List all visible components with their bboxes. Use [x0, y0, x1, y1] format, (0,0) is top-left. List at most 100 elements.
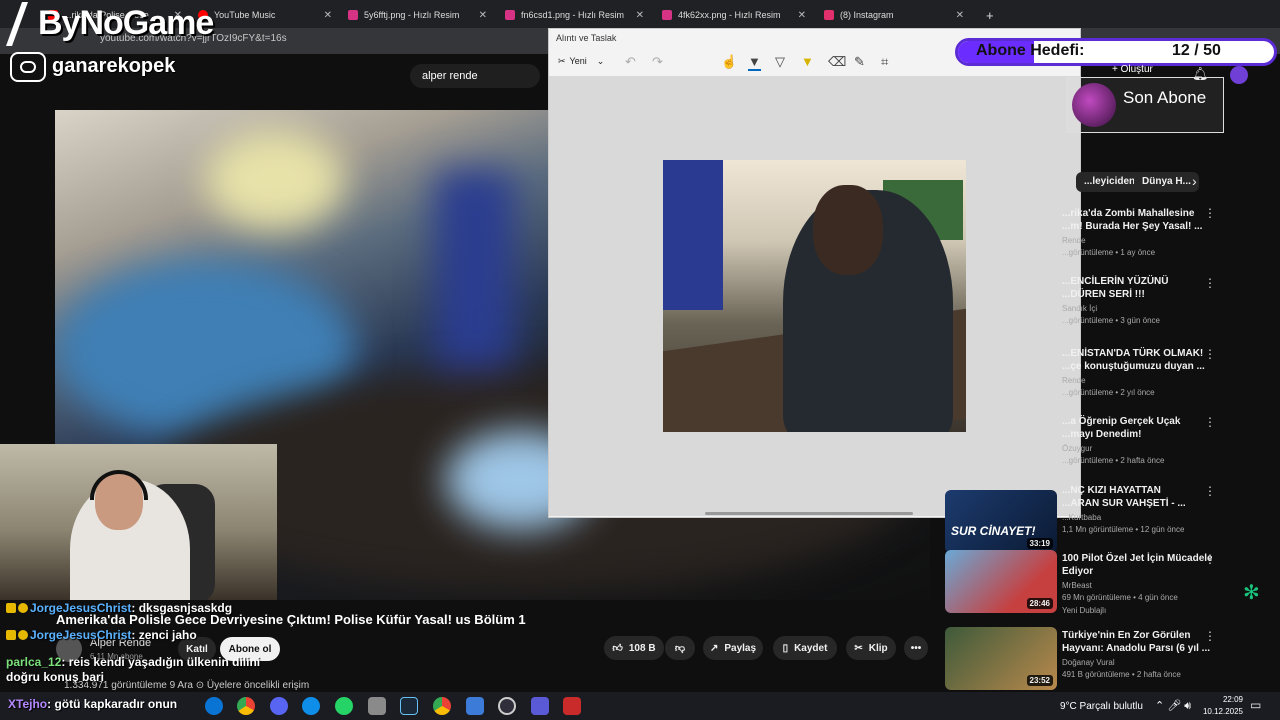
subscriber-goal-count: 12 / 50 — [1172, 42, 1221, 59]
ballpoint-pen-icon[interactable]: ▼ — [748, 54, 761, 71]
webcam-overlay — [0, 444, 277, 600]
list-item[interactable]: 100 Pilot Özel Jet İçin Mücadele Ediyor Mr… — [1062, 552, 1212, 602]
video-thumbnail[interactable]: 28:46 — [945, 550, 1057, 613]
chat-badge-icon — [18, 603, 28, 613]
notification-icon[interactable]: ▭ — [1250, 698, 1261, 712]
taskbar-date[interactable]: 10.12.2025 — [1198, 707, 1243, 716]
list-item[interactable]: ...ENCİLERİN YÜZÜNÜ ...DÜREN SERİ !!! Sand… — [1062, 275, 1212, 325]
clip-button[interactable]: ✂ Klip — [846, 636, 896, 660]
touch-write-icon[interactable]: ☝ — [721, 54, 737, 70]
tab-instagram[interactable]: (8) Instagram ✕ — [816, 4, 972, 26]
snip-icon: ✂ — [558, 56, 566, 66]
chrome-icon[interactable] — [237, 697, 255, 715]
new-tab-button[interactable]: + — [978, 4, 998, 26]
whatsapp-icon[interactable] — [335, 697, 353, 715]
search-query-chip[interactable]: alper rende — [410, 64, 540, 88]
list-item[interactable]: ...ENİSTAN'DA TÜRK OLMAK! ...çe konuştuğu… — [1062, 347, 1212, 397]
app-icon[interactable] — [466, 697, 484, 715]
edge-icon[interactable] — [205, 697, 223, 715]
eraser-icon[interactable]: ⌫ — [828, 54, 846, 70]
image-tab-icon — [348, 10, 358, 20]
dislike-button[interactable]: 👎︎ — [665, 636, 695, 660]
close-icon[interactable]: ✕ — [479, 10, 487, 21]
redo-icon[interactable]: ↷ — [652, 54, 663, 70]
obs-icon[interactable] — [498, 697, 516, 715]
chrome-icon[interactable] — [433, 697, 451, 715]
video-blur-monitor — [205, 130, 345, 230]
thumbs-up-icon: 👍︎ — [612, 643, 623, 654]
chat-badge-icon — [18, 630, 28, 640]
list-item[interactable]: ...rika'da Zombi Mahallesine ...m! Burada… — [1062, 207, 1212, 257]
weather-widget[interactable]: 9°C Parçalı bulutlu — [1060, 701, 1143, 712]
snip-operator-head — [813, 185, 883, 275]
app-icon-active[interactable] — [563, 697, 581, 715]
pencil-icon[interactable]: ▽ — [775, 54, 785, 70]
scissors-icon: ✂ — [854, 642, 863, 654]
list-item[interactable]: Türkiye'nin En Zor Görülen Hayvanı: Anado… — [1062, 629, 1212, 679]
steam-icon[interactable] — [400, 697, 418, 715]
tab-image-1[interactable]: 5y6fftj.png - Hızlı Resim ✕ — [340, 4, 495, 26]
duration-badge: 33:19 — [1026, 538, 1053, 549]
crop-icon[interactable]: ⌗ — [881, 54, 888, 70]
list-item[interactable]: ...NÇ KIZI HAYATTAN ...ARAN SUR VAHŞETİ -… — [1062, 484, 1212, 534]
subscriber-goal-label: Abone Hedefi: — [976, 42, 1085, 59]
stream-logo: ByNoGame — [38, 4, 214, 42]
image-tab-icon — [505, 10, 515, 20]
instagram-tab-icon — [824, 10, 834, 20]
highlighter-icon[interactable]: ▼ — [801, 54, 814, 69]
share-button[interactable]: ↗ Paylaş — [703, 636, 763, 660]
image-tab-icon — [662, 10, 672, 20]
avatar[interactable] — [1230, 66, 1248, 84]
more-vert-icon[interactable]: ⋮ — [1204, 629, 1216, 643]
chat-message: JorgeJesusChrist: zenci jaho — [6, 628, 197, 642]
undo-icon[interactable]: ↶ — [625, 54, 636, 70]
close-icon[interactable]: ✕ — [636, 10, 644, 21]
video-thumbnail[interactable]: SUR CİNAYET! 33:19 — [945, 490, 1057, 553]
last-subscriber-avatar — [1072, 83, 1116, 127]
snip-scrollbar[interactable] — [705, 512, 913, 515]
more-vert-icon[interactable]: ⋮ — [1204, 484, 1216, 498]
app-icon[interactable] — [368, 697, 386, 715]
bookmark-icon: ▯ — [782, 642, 789, 654]
chat-badge-icon — [6, 603, 16, 613]
snip-pillar — [663, 160, 723, 310]
ruler-icon[interactable]: ✎ — [854, 54, 865, 70]
taskbar-time[interactable]: 22:09 — [1207, 695, 1243, 704]
video-thumbnail[interactable]: 23:52 — [945, 627, 1057, 690]
last-subscriber-label: Son Abone — [1123, 88, 1207, 107]
duration-badge: 23:52 — [1026, 675, 1053, 686]
system-tray-icons[interactable]: ⌃ 🎤︎ 🔊︎ — [1155, 699, 1191, 713]
more-vert-icon[interactable]: ⋮ — [1204, 415, 1216, 429]
chat-message: XTejho: götü kapkaradır onun — [8, 697, 178, 711]
tab-image-3[interactable]: 4fk62xx.png - Hızlı Resim ✕ — [654, 4, 814, 26]
list-item[interactable]: ...a Öğrenip Gerçek Uçak ...mayı Denedim!… — [1062, 415, 1212, 465]
save-button[interactable]: ▯ Kaydet — [773, 636, 837, 660]
close-icon[interactable]: ✕ — [956, 10, 964, 21]
share-icon: ↗ — [709, 642, 719, 654]
logo-slash-icon — [6, 2, 28, 46]
snip-new-button[interactable]: ✂ Yeni ⌄ — [558, 56, 604, 67]
video-tags: Yeni Dublajlı — [1062, 606, 1107, 615]
chat-badge-icon — [6, 630, 16, 640]
chevron-right-icon[interactable]: › — [1192, 173, 1197, 189]
more-vert-icon[interactable]: ⋮ — [1204, 552, 1216, 566]
browser-c-icon[interactable] — [302, 697, 320, 715]
headset-icon — [90, 470, 148, 500]
filter-chip[interactable]: Dünya H... — [1134, 172, 1199, 192]
instagram-icon-lens — [20, 61, 36, 73]
openai-icon[interactable]: ✻ — [1243, 580, 1260, 605]
more-vert-icon[interactable]: ⋮ — [1204, 347, 1216, 361]
chat-message: JorgeJesusChrist: dksgasnjsaskdg — [6, 601, 232, 615]
snip-screenshot-image[interactable] — [663, 160, 966, 432]
duration-badge: 28:46 — [1026, 598, 1053, 609]
close-icon[interactable]: ✕ — [324, 10, 332, 21]
more-vert-icon[interactable]: ⋮ — [1204, 276, 1216, 290]
more-actions-button[interactable]: ••• — [904, 636, 928, 660]
like-button[interactable]: 👍︎ 108 B — [604, 636, 664, 660]
close-icon[interactable]: ✕ — [798, 10, 806, 21]
more-vert-icon[interactable]: ⋮ — [1204, 206, 1216, 220]
tab-image-2[interactable]: fn6csd1.png - Hızlı Resim ✕ — [497, 4, 652, 26]
snipping-tool-title: Alıntı ve Taslak — [556, 33, 617, 43]
discord-icon[interactable] — [270, 697, 288, 715]
app-icon[interactable] — [531, 697, 549, 715]
